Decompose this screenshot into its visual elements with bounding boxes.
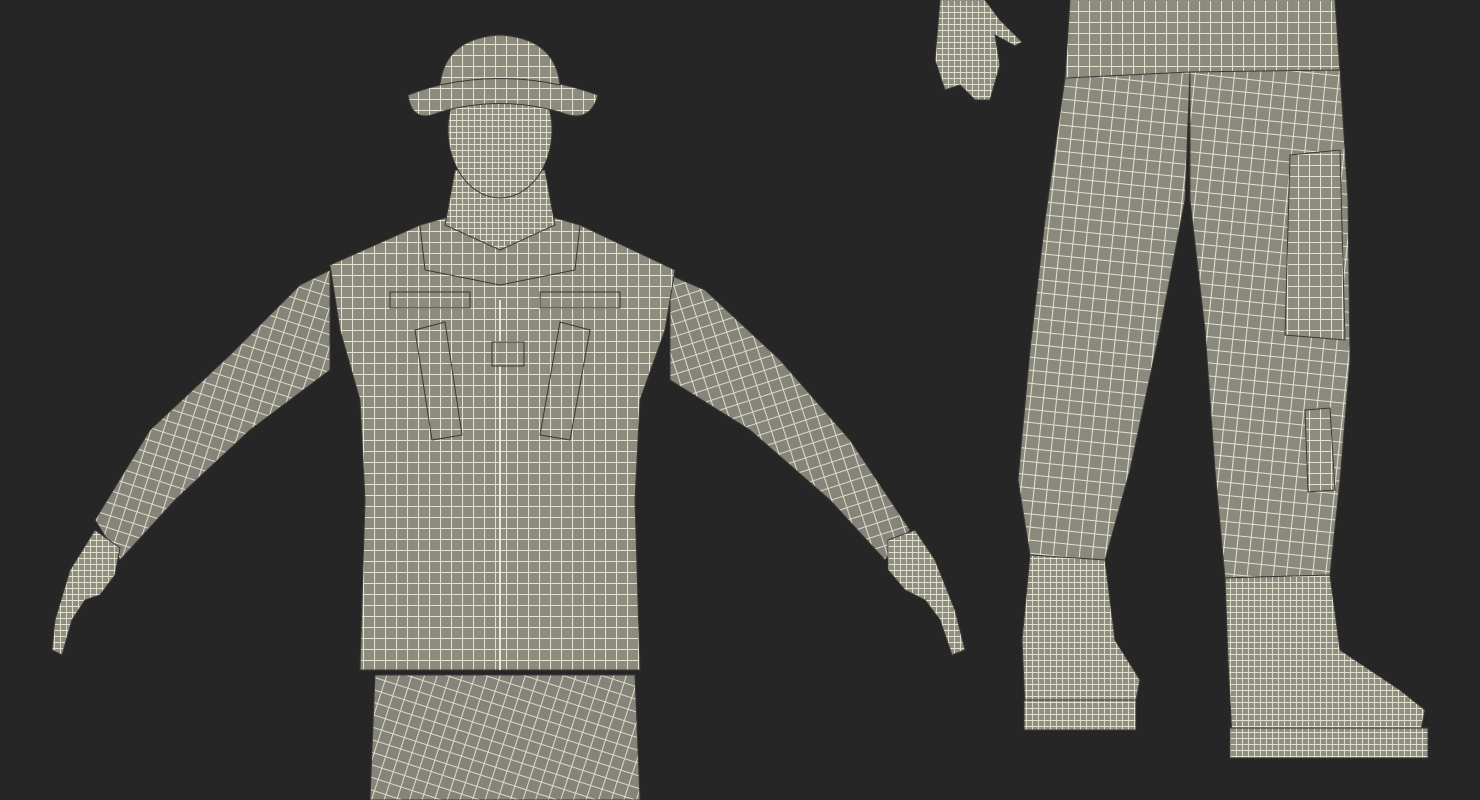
chest-patch bbox=[491, 341, 525, 367]
left-hand bbox=[51, 529, 121, 656]
front-figure bbox=[51, 34, 966, 800]
right-hand bbox=[887, 529, 966, 656]
left-pocket-flap bbox=[389, 291, 471, 309]
trousers-top bbox=[369, 674, 641, 800]
right-arm bbox=[669, 274, 911, 561]
left-trouser-leg bbox=[1017, 71, 1191, 561]
right-boot-sole bbox=[1229, 727, 1429, 759]
right-pocket-flap bbox=[539, 291, 621, 309]
jacket-torso bbox=[329, 224, 676, 671]
cargo-pocket bbox=[1284, 149, 1346, 341]
lower-leg-pocket bbox=[1304, 407, 1336, 493]
left-boot bbox=[1021, 554, 1141, 709]
raised-hand bbox=[934, 0, 1023, 101]
left-arm bbox=[94, 269, 331, 561]
right-boot bbox=[1224, 574, 1426, 739]
render-viewport bbox=[0, 0, 1480, 800]
left-boot-sole bbox=[1023, 699, 1137, 731]
jacket-back-hem bbox=[1064, 0, 1341, 79]
boonie-hat-crown bbox=[439, 34, 561, 86]
back-figure bbox=[934, 0, 1429, 759]
